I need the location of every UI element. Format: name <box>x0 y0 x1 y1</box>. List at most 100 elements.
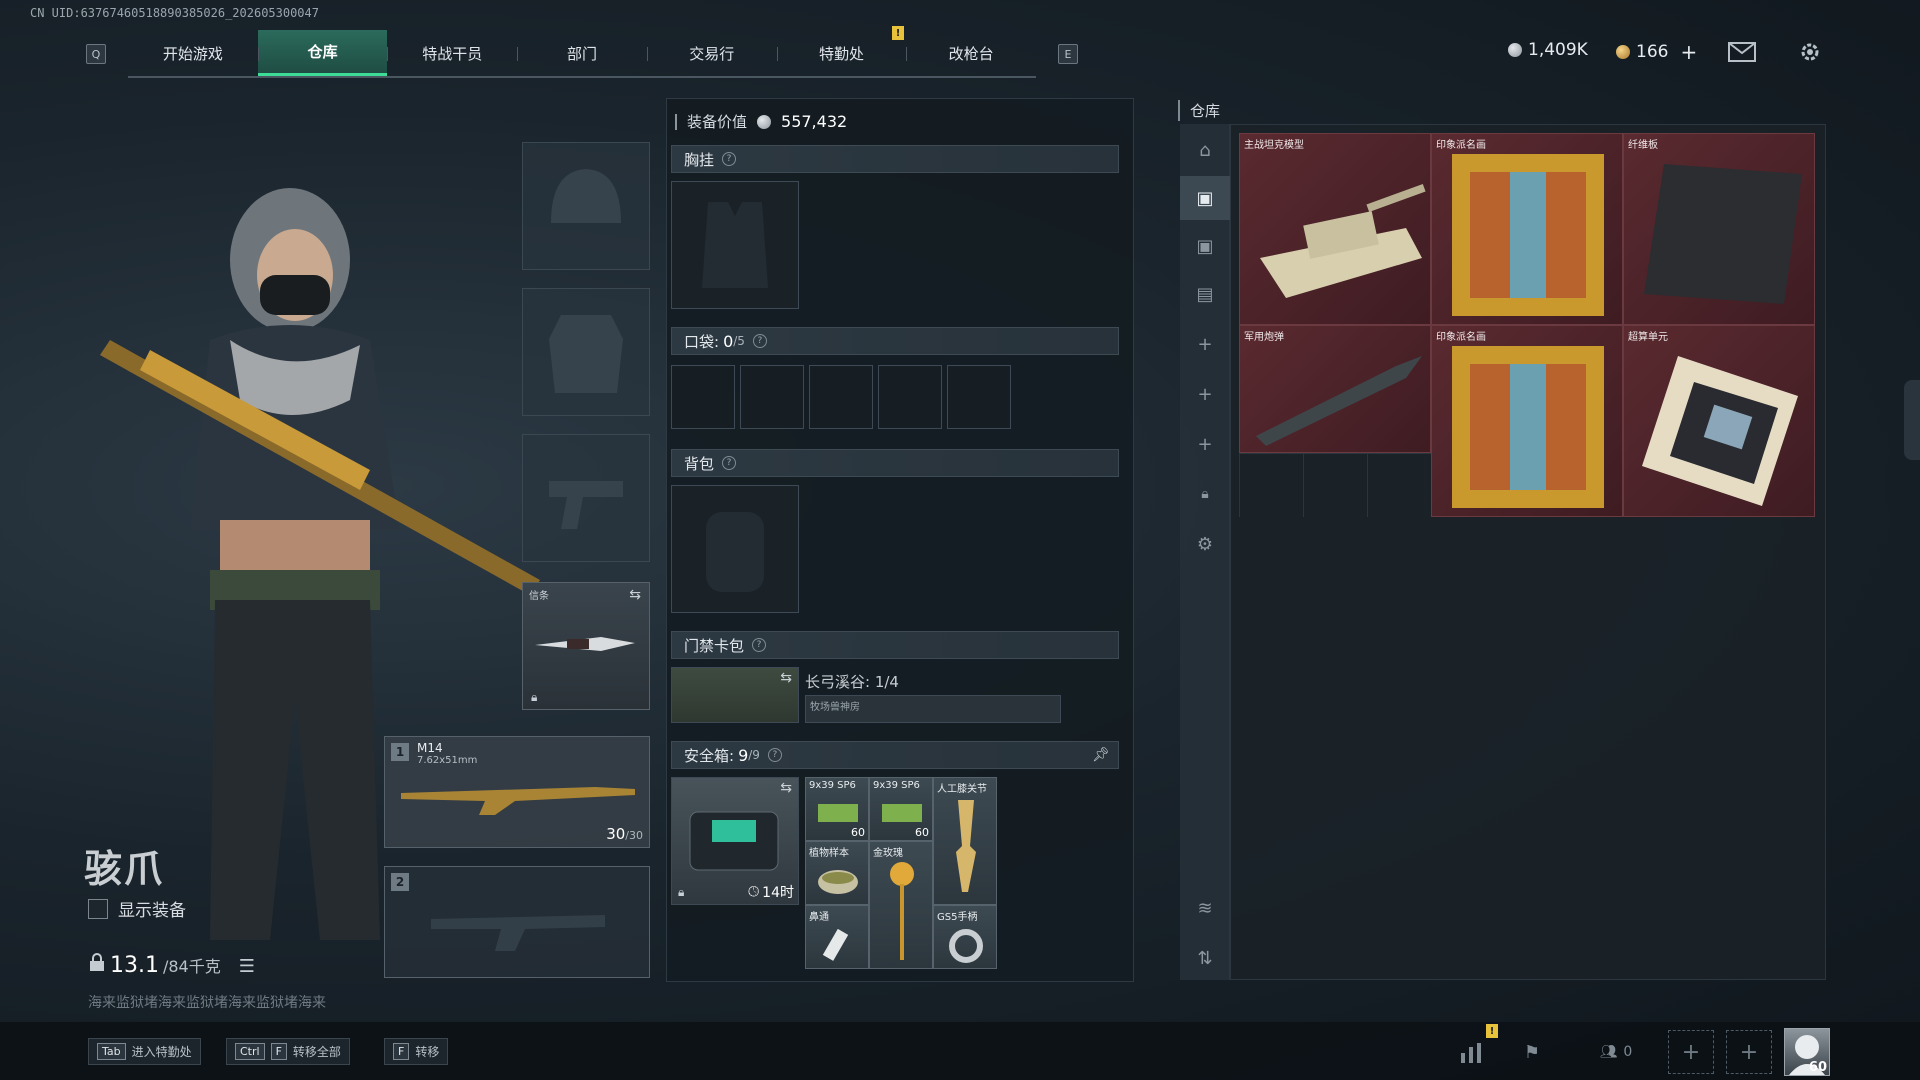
equipment-value-amount: 557,432 <box>781 112 848 131</box>
show-equipment-toggle[interactable]: 显示装备 <box>88 896 186 921</box>
mail-icon[interactable] <box>1728 40 1756 64</box>
nasal-spray-icon <box>822 928 849 961</box>
help-icon[interactable]: ? <box>722 456 737 470</box>
player-avatar[interactable]: 60 <box>1784 1028 1830 1076</box>
pocket-slot[interactable] <box>809 365 873 429</box>
pocket-slot[interactable] <box>878 365 942 429</box>
ammo-count: 30/30 <box>606 825 643 843</box>
keycard-pack-slot[interactable]: ⇆ <box>671 667 799 723</box>
helmet-slot[interactable] <box>522 142 650 270</box>
safebox-item-gold-rose[interactable]: 金玫瑰 <box>869 841 933 969</box>
layers-icon[interactable]: ≋ <box>1180 886 1230 930</box>
pistol-slot[interactable] <box>522 434 650 562</box>
add-tab-icon[interactable]: + <box>1180 372 1230 416</box>
gs5-handle-icon <box>949 929 983 963</box>
sort-icon[interactable]: ⇅ <box>1180 936 1230 980</box>
tab-gunsmith[interactable]: 改枪台 <box>906 30 1036 76</box>
pocket-slot[interactable] <box>740 365 804 429</box>
item-label: 主战坦克模型 <box>1244 140 1304 151</box>
melee-slot[interactable]: 信条 ⇆ 🔒︎ <box>522 582 650 710</box>
friends-count: 0 <box>1623 1044 1633 1060</box>
locked-tab-icon[interactable]: 🔒︎ <box>1180 472 1230 516</box>
value-coin-icon <box>757 114 772 129</box>
rifle-placeholder-icon <box>431 915 605 951</box>
safebox-slot[interactable]: ⇆ 🔒︎ 🕓︎ 14时 <box>671 777 799 905</box>
flag-icon[interactable]: ⚑ <box>1512 1036 1552 1068</box>
help-icon[interactable]: ? <box>752 638 767 652</box>
stash-item-supercomputer-unit[interactable]: 超算单元 <box>1623 325 1815 517</box>
hint-text: 转移全部 <box>292 1045 341 1059</box>
stash-tab-3-icon[interactable]: ▤ <box>1180 272 1230 316</box>
tab-department[interactable]: 部门 <box>517 30 647 76</box>
side-drawer-handle[interactable] <box>1904 380 1920 460</box>
stash-item-fiberboard[interactable]: 纤维板 <box>1623 133 1815 325</box>
invite-slot-button[interactable]: + <box>1726 1030 1772 1074</box>
stash-tab-all-icon[interactable]: ⌂ <box>1180 128 1230 172</box>
equipment-value-label: 装备价值 <box>687 113 748 131</box>
tab-operators[interactable]: 特战干员 <box>387 30 517 76</box>
safebox-item-artificial-knee[interactable]: 人工膝关节 <box>933 777 997 905</box>
tab-warehouse[interactable]: 仓库 <box>257 30 388 76</box>
stash-item-impressionist-painting-2[interactable]: 印象派名画 <box>1431 325 1623 517</box>
safebox-item-gs5-handle[interactable]: GS5手柄 <box>933 905 997 969</box>
add-tab-icon[interactable]: + <box>1180 422 1230 466</box>
hint-text: 转移 <box>415 1045 440 1059</box>
pin-icon[interactable]: 📌︎ <box>1092 747 1110 763</box>
add-tab-icon[interactable]: + <box>1180 322 1230 366</box>
armor-slot[interactable] <box>522 288 650 416</box>
tab-special-ops[interactable]: 特勤处 <box>776 30 907 76</box>
pocket-slot[interactable] <box>947 365 1011 429</box>
nav-next-key[interactable]: E <box>1058 44 1078 64</box>
stash-grid: 主战坦克模型 印象派名画 纤维板 军用炮弹 印象派名画 超算单元 <box>1230 124 1826 980</box>
item-label: 印象派名画 <box>1436 140 1486 151</box>
hint-enter-special-ops[interactable]: Tab 进入特勤处 <box>88 1038 201 1065</box>
equipment-value: 装备价值 557,432 <box>675 111 847 132</box>
swap-icon[interactable]: ⇆ <box>629 587 641 603</box>
help-icon[interactable]: ? <box>752 334 767 348</box>
operator-flavor-text: 海来监狱堵海来监狱堵海来监狱堵海来 <box>88 995 326 1011</box>
friends-button[interactable]: 👥︎ 0 <box>1586 1036 1646 1068</box>
safebox-item-nasal-spray[interactable]: 鼻通 <box>805 905 869 969</box>
gold-rose-icon <box>890 862 914 960</box>
safebox-item-ammo[interactable]: 9x39 SP6 60 <box>805 777 869 841</box>
tab-start-game[interactable]: 开始游戏 <box>128 30 258 76</box>
hint-transfer[interactable]: F 转移 <box>384 1038 449 1065</box>
hint-transfer-all[interactable]: Ctrl F 转移全部 <box>226 1038 350 1065</box>
keycard-item-slot[interactable]: 牧场兽神房 <box>805 695 1061 723</box>
stash-tab-2-icon[interactable]: ▣ <box>1180 224 1230 268</box>
invite-slot-button[interactable]: + <box>1668 1030 1714 1074</box>
chest-rig-slot[interactable] <box>671 181 799 309</box>
show-equipment-checkbox[interactable] <box>88 898 108 919</box>
key-f: F <box>270 1043 287 1060</box>
stash-tab-1-icon[interactable]: ▣ <box>1180 176 1230 220</box>
keycard-map-progress: 长弓溪谷: 1/4 <box>805 673 899 691</box>
pocket-slot[interactable] <box>671 365 735 429</box>
nav-prev-key[interactable]: Q <box>86 44 106 64</box>
safebox-label: 安全箱: <box>684 746 735 765</box>
hint-text: 进入特勤处 <box>131 1045 192 1059</box>
backpack-slot[interactable] <box>671 485 799 613</box>
safebox-item-plant-sample[interactable]: 植物样本 <box>805 841 869 905</box>
help-icon[interactable]: ? <box>767 748 782 762</box>
stash-item-tank-model[interactable]: 主战坦克模型 <box>1239 133 1431 325</box>
stats-icon[interactable] <box>1452 1036 1492 1068</box>
stats-alert-badge: ! <box>1486 1024 1498 1038</box>
safebox-item-ammo[interactable]: 9x39 SP6 60 <box>869 777 933 841</box>
stash-settings-icon[interactable]: ⚙ <box>1180 522 1230 566</box>
key-tab: Tab <box>97 1043 126 1060</box>
item-label: 纤维板 <box>1628 140 1658 151</box>
tab-market[interactable]: 交易行 <box>646 30 777 76</box>
settings-gear-icon[interactable] <box>1796 40 1824 64</box>
secondary-weapon-slot[interactable]: 2 <box>384 866 650 978</box>
swap-icon[interactable]: ⇆ <box>780 670 792 686</box>
ammo-box-icon <box>882 804 922 822</box>
help-icon[interactable]: ? <box>722 152 737 166</box>
list-icon[interactable]: ☰ <box>239 956 255 977</box>
primary-weapon-slot[interactable]: 1 M14 7.62x51mm 30/30 <box>384 736 650 848</box>
stash-item-impressionist-painting[interactable]: 印象派名画 <box>1431 133 1623 325</box>
swap-icon[interactable]: ⇆ <box>780 780 792 796</box>
stash-item-military-shell[interactable]: 军用炮弹 <box>1239 325 1431 453</box>
backpack-header: 背包 ? <box>671 449 1119 477</box>
add-gold-button[interactable]: + <box>1680 40 1697 64</box>
ammo-max: /30 <box>625 829 643 842</box>
